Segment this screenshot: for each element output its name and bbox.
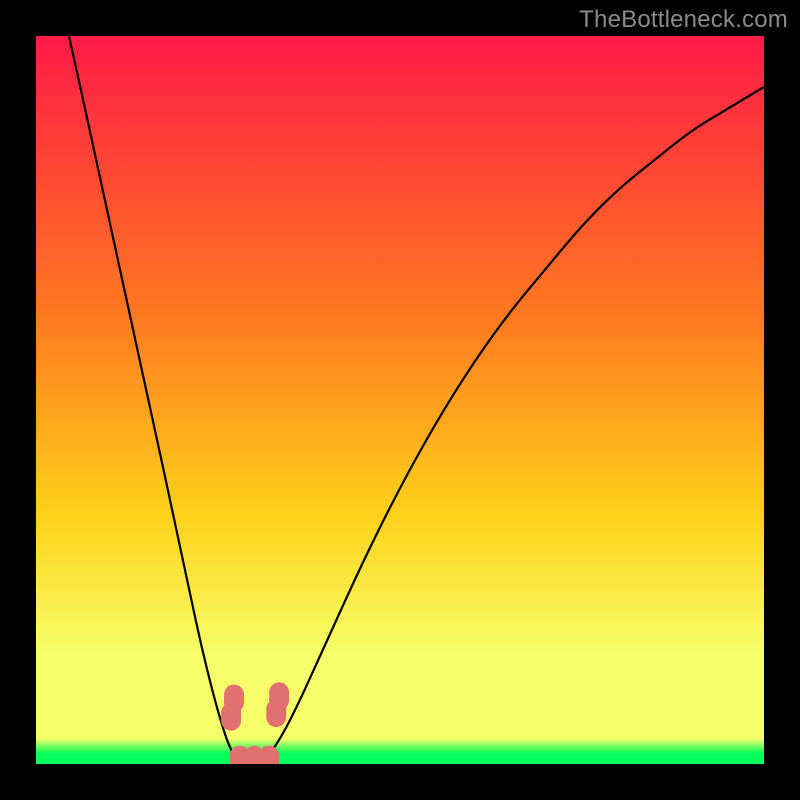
data-marker <box>224 684 244 712</box>
watermark-text: TheBottleneck.com <box>579 6 788 34</box>
curve-layer <box>36 36 764 764</box>
data-markers <box>221 682 289 764</box>
data-marker <box>259 746 279 764</box>
plot-area <box>36 36 764 764</box>
data-marker <box>269 682 289 710</box>
bottleneck-curve <box>36 36 764 764</box>
chart-frame: TheBottleneck.com <box>0 0 800 800</box>
